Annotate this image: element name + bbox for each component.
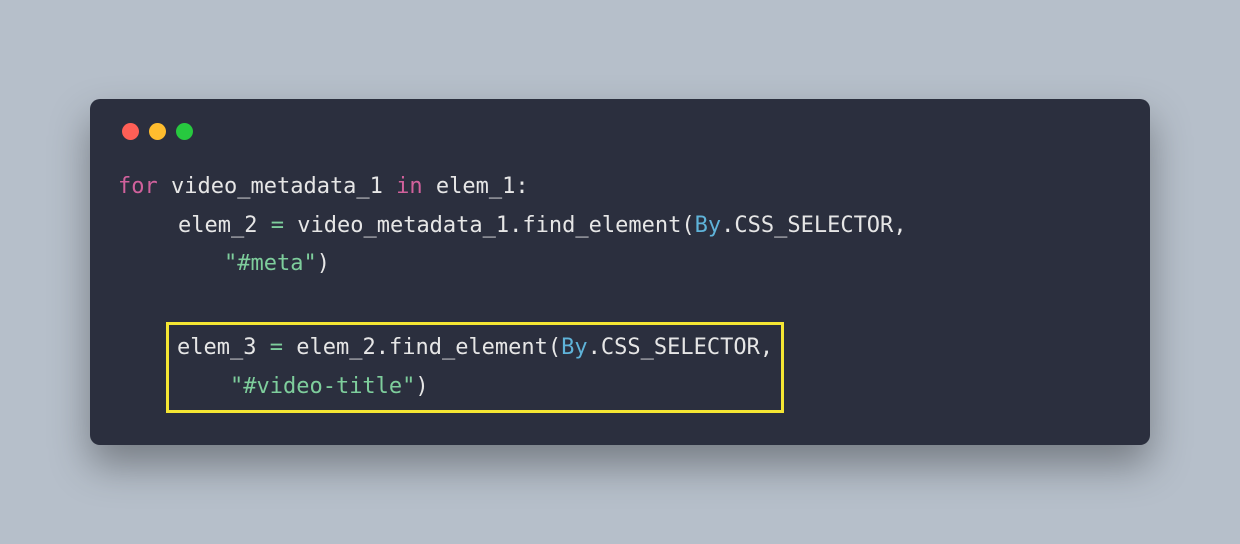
colon: : <box>515 174 528 199</box>
dot: . <box>509 213 522 238</box>
keyword-in: in <box>396 174 423 199</box>
attribute: CSS_SELECTOR <box>601 335 760 360</box>
variable: elem_3 <box>177 335 256 360</box>
attribute: CSS_SELECTOR <box>734 213 893 238</box>
lparen: ( <box>548 335 561 360</box>
keyword-for: for <box>118 174 158 199</box>
comma: , <box>893 213 906 238</box>
code-window: for video_metadata_1 in elem_1:elem_2 = … <box>90 99 1150 445</box>
variable: elem_2 <box>296 335 375 360</box>
rparen: ) <box>317 251 330 276</box>
traffic-lights <box>122 123 1122 140</box>
variable: video_metadata_1 <box>171 174 383 199</box>
variable: video_metadata_1 <box>297 213 509 238</box>
dot: . <box>588 335 601 360</box>
lparen: ( <box>681 213 694 238</box>
variable: elem_2 <box>178 213 257 238</box>
maximize-icon[interactable] <box>176 123 193 140</box>
class-name: By <box>561 335 588 360</box>
blank-line <box>118 284 1122 323</box>
minimize-icon[interactable] <box>149 123 166 140</box>
code-line-5: "#video-title") <box>177 368 773 407</box>
method: find_element <box>389 335 548 360</box>
close-icon[interactable] <box>122 123 139 140</box>
code-line-4: elem_3 = elem_2.find_element(By.CSS_SELE… <box>177 329 773 368</box>
class-name: By <box>695 213 722 238</box>
code-line-1: for video_metadata_1 in elem_1: <box>118 168 1122 207</box>
dot: . <box>376 335 389 360</box>
operator-eq: = <box>270 335 283 360</box>
code-line-2: elem_2 = video_metadata_1.find_element(B… <box>118 207 1122 246</box>
method: find_element <box>522 213 681 238</box>
operator-eq: = <box>271 213 284 238</box>
string-literal: "#video-title" <box>230 374 415 399</box>
code-block: for video_metadata_1 in elem_1:elem_2 = … <box>118 168 1122 413</box>
variable: elem_1 <box>436 174 515 199</box>
string-literal: "#meta" <box>224 251 317 276</box>
rparen: ) <box>415 374 428 399</box>
code-line-3: "#meta") <box>118 245 1122 284</box>
comma: , <box>760 335 773 360</box>
highlighted-block: elem_3 = elem_2.find_element(By.CSS_SELE… <box>166 322 784 413</box>
dot: . <box>721 213 734 238</box>
